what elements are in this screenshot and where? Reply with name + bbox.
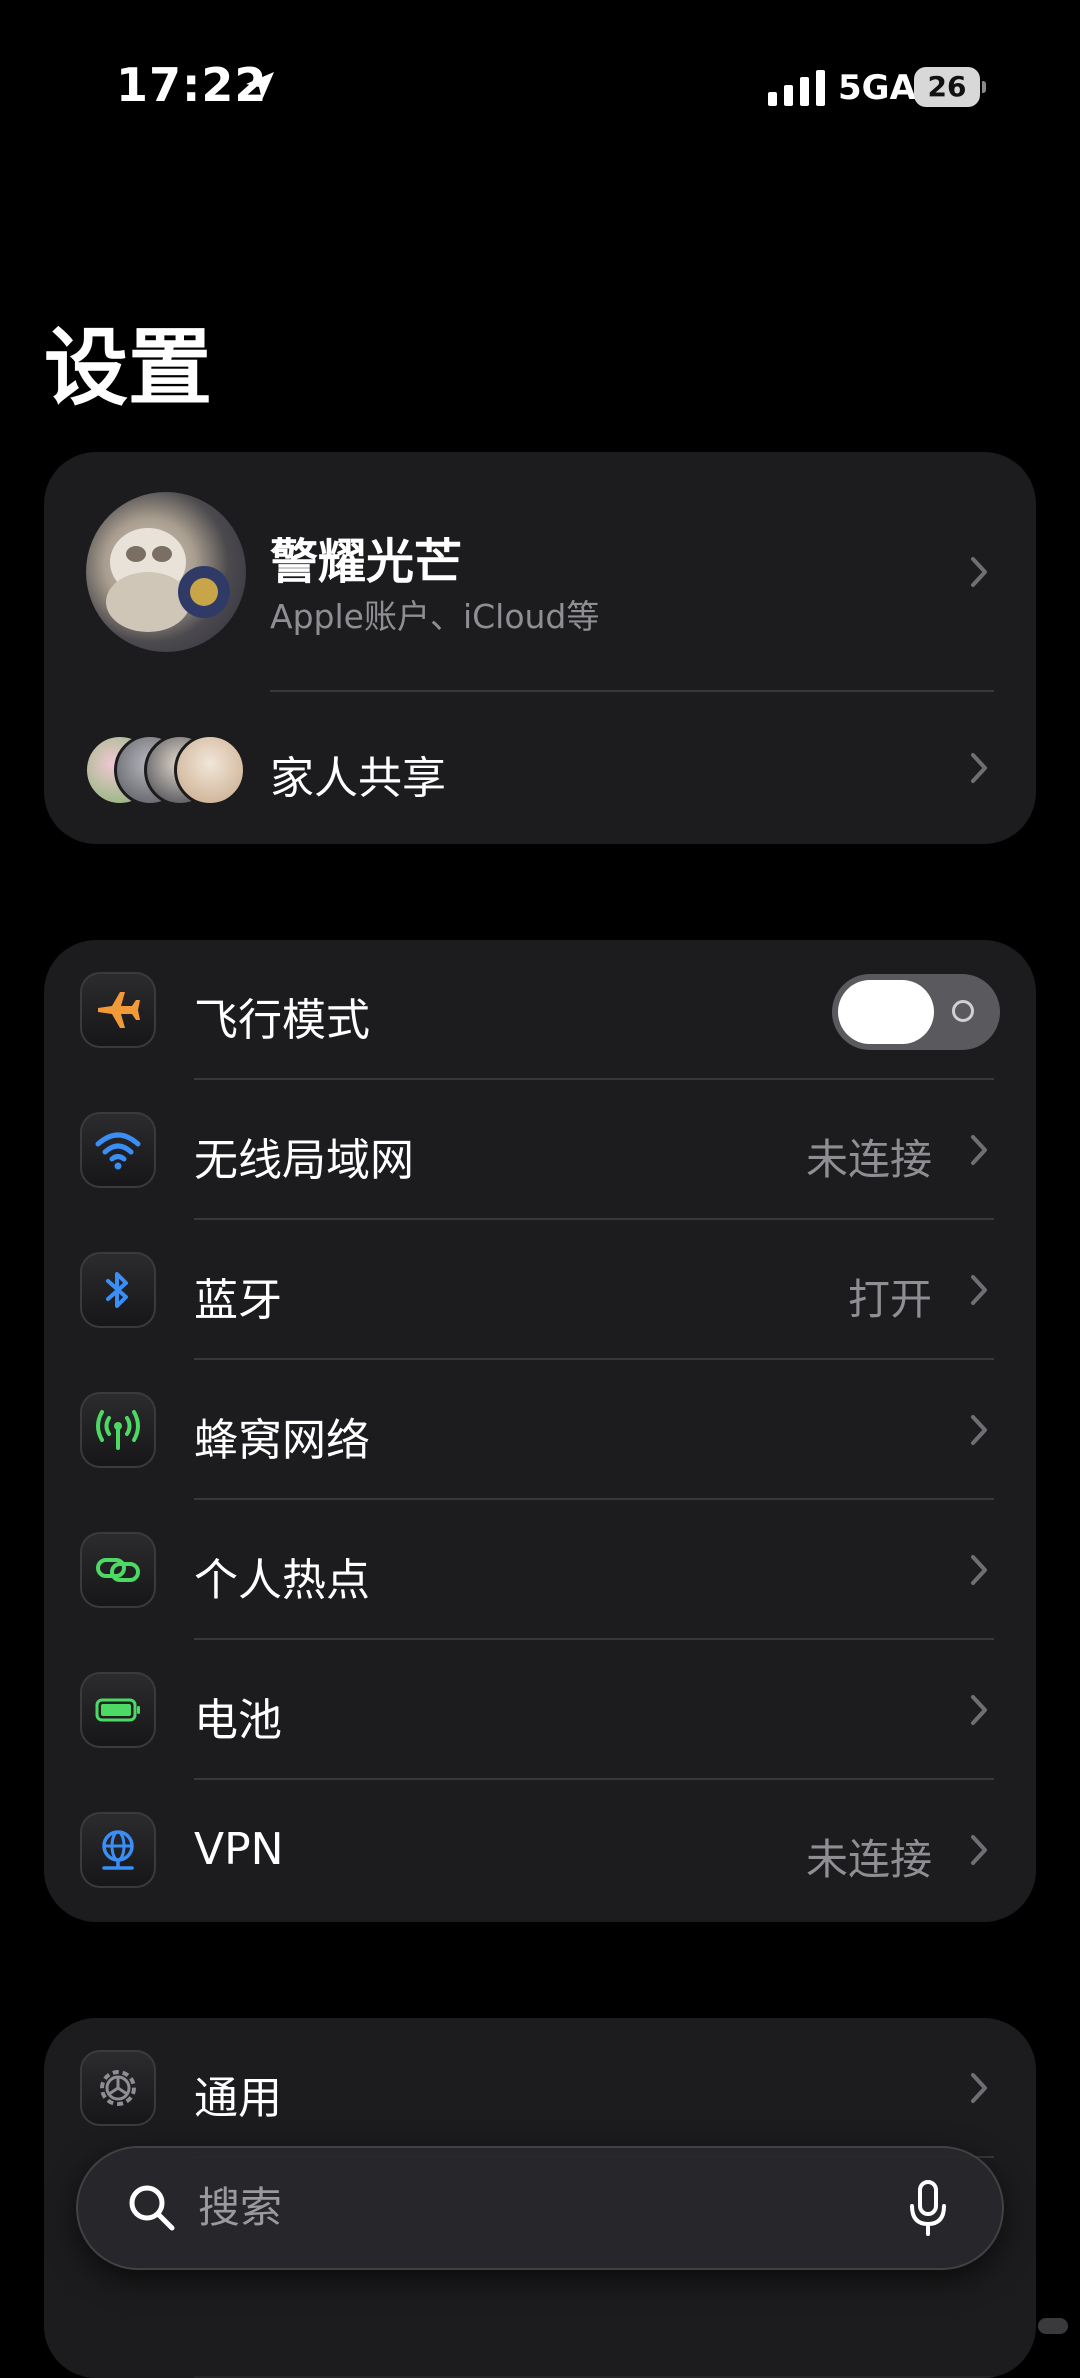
family-sharing-label: 家人共享 <box>270 753 446 804</box>
search-input[interactable] <box>198 2174 838 2240</box>
apple-account-row[interactable]: 警耀光芒 Apple账户、iCloud等 <box>44 452 1036 692</box>
profile-subtitle: Apple账户、iCloud等 <box>270 597 600 636</box>
microphone-icon[interactable] <box>908 2180 948 2236</box>
bluetooth-row[interactable]: 蓝牙 打开 <box>44 1220 1036 1360</box>
cellular-row[interactable]: 蜂窝网络 <box>44 1360 1036 1500</box>
battery-cap <box>982 81 986 93</box>
cellular-label: 蜂窝网络 <box>194 1415 370 1466</box>
hotspot-label: 个人热点 <box>194 1555 370 1606</box>
vpn-globe-icon <box>80 1812 156 1888</box>
vpn-row[interactable]: VPN 未连接 <box>44 1780 1036 1920</box>
search-bar[interactable] <box>76 2146 1004 2270</box>
airplane-mode-row: 飞行模式 <box>44 940 1036 1080</box>
search-icon <box>129 2185 175 2231</box>
chevron-right-icon <box>970 1134 988 1166</box>
gear-icon <box>80 2050 156 2126</box>
hotspot-link-icon <box>80 1532 156 1608</box>
profile-card: 警耀光芒 Apple账户、iCloud等 家人共享 <box>44 452 1036 844</box>
battery-row[interactable]: 电池 <box>44 1640 1036 1780</box>
vpn-status: 未连接 <box>805 1835 932 1884</box>
bluetooth-label: 蓝牙 <box>194 1275 282 1326</box>
battery-level: 26 <box>927 70 967 103</box>
network-type: 5GA <box>838 68 916 108</box>
wifi-status: 未连接 <box>805 1135 932 1184</box>
status-bar: 17:22 5GA 26 <box>0 0 1080 150</box>
chevron-right-icon <box>970 1694 988 1726</box>
chevron-right-icon <box>970 1834 988 1866</box>
toggle-off-indicator <box>952 1000 974 1022</box>
toggle-knob <box>838 980 934 1044</box>
wifi-label: 无线局域网 <box>194 1135 414 1186</box>
home-indicator-badge <box>1038 2318 1068 2334</box>
avatar-photo <box>106 528 230 632</box>
general-row[interactable]: 通用 <box>44 2018 1036 2158</box>
airplane-mode-label: 飞行模式 <box>194 995 370 1046</box>
battery-indicator: 26 <box>914 67 986 107</box>
cellular-antenna-icon <box>80 1392 156 1468</box>
family-avatar <box>174 734 246 806</box>
battery-icon <box>80 1672 156 1748</box>
hotspot-row[interactable]: 个人热点 <box>44 1500 1036 1640</box>
location-arrow-icon <box>246 72 274 100</box>
airplane-icon <box>80 972 156 1048</box>
airplane-mode-toggle[interactable] <box>832 974 1000 1050</box>
vpn-label: VPN <box>194 1824 284 1875</box>
connectivity-card: 飞行模式 无线局域网 未连接 蓝牙 打开 蜂窝网络 个人热点 电池 VPN 未连… <box>44 940 1036 1922</box>
wifi-icon <box>80 1112 156 1188</box>
chevron-right-icon <box>970 1554 988 1586</box>
bluetooth-status: 打开 <box>847 1275 932 1324</box>
family-sharing-row[interactable]: 家人共享 <box>44 692 1036 844</box>
battery-label: 电池 <box>194 1695 282 1746</box>
chevron-right-icon <box>970 1414 988 1446</box>
cellular-signal-icon <box>768 70 825 106</box>
chevron-right-icon <box>970 752 988 784</box>
chevron-right-icon <box>970 1274 988 1306</box>
family-avatars <box>84 734 254 806</box>
avatar <box>86 492 246 652</box>
profile-name: 警耀光芒 <box>270 534 463 590</box>
wifi-row[interactable]: 无线局域网 未连接 <box>44 1080 1036 1220</box>
chevron-right-icon <box>970 556 988 588</box>
page-title: 设置 <box>44 319 213 417</box>
bluetooth-icon <box>80 1252 156 1328</box>
chevron-right-icon <box>970 2072 988 2104</box>
general-label: 通用 <box>194 2073 282 2124</box>
